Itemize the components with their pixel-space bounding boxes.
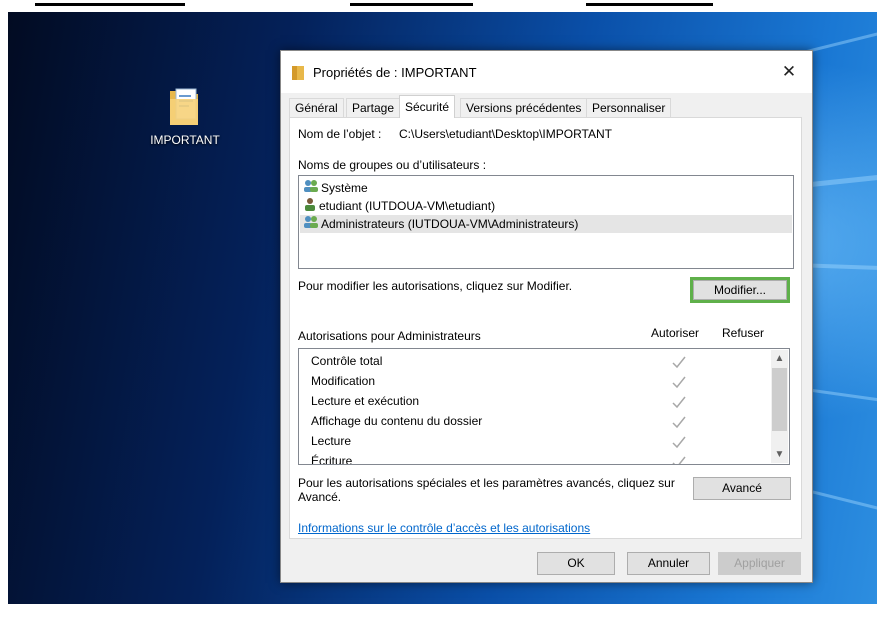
group-name: etudiant (IUTDOUA-VM\etudiant) — [319, 199, 496, 213]
bottom-strip — [0, 604, 877, 617]
scroll-down-button[interactable]: ▼ — [771, 446, 788, 463]
object-name-label: Nom de l’objet : — [298, 127, 382, 141]
allow-checkmark-icon — [671, 394, 687, 410]
permissions-listbox[interactable]: Contrôle total Modification Lecture et e… — [298, 348, 790, 465]
dialog-title: Propriétés de : IMPORTANT — [313, 65, 477, 80]
close-icon: ✕ — [781, 62, 797, 81]
modify-hint: Pour modifier les autorisations, cliquez… — [298, 279, 573, 293]
user-icon — [303, 197, 317, 216]
column-allow: Autoriser — [651, 326, 700, 340]
scrollbar-thumb[interactable] — [772, 368, 787, 431]
tab-previous-versions[interactable]: Versions précédentes — [460, 98, 588, 117]
permission-row: Lecture — [311, 431, 351, 451]
groups-listbox[interactable]: Système etudiant (IUTDOUA-VM\etudiant) A… — [298, 175, 794, 269]
allow-checkmark-icon — [671, 454, 687, 464]
chevron-down-icon: ▼ — [774, 449, 785, 460]
title-bar[interactable]: Propriétés de : IMPORTANT ✕ — [281, 51, 812, 93]
permission-name: Contrôle total — [311, 354, 383, 368]
advanced-button[interactable]: Avancé — [693, 477, 791, 500]
apply-button: Appliquer — [718, 552, 801, 575]
permission-name: Lecture et exécution — [311, 394, 420, 408]
group-users-icon — [303, 179, 319, 198]
folder-icon — [292, 66, 304, 80]
allow-checkmark-icon — [671, 354, 687, 370]
close-button[interactable]: ✕ — [776, 59, 802, 85]
permission-name: Écriture — [311, 454, 353, 465]
group-name: Système — [321, 181, 368, 195]
access-control-info-link[interactable]: Informations sur le contrôle d’accès et … — [298, 521, 590, 535]
chevron-up-icon: ▲ — [774, 353, 785, 364]
permission-name: Modification — [311, 374, 376, 388]
scroll-up-button[interactable]: ▲ — [771, 350, 788, 367]
allow-checkmark-icon — [671, 374, 687, 390]
permission-row: Modification — [311, 371, 375, 391]
group-name: Administrateurs (IUTDOUA-VM\Administrate… — [321, 217, 579, 231]
permissions-scrollbar[interactable]: ▲ ▼ — [771, 350, 788, 463]
tab-sharing[interactable]: Partage — [346, 98, 401, 117]
tab-general[interactable]: Général — [289, 98, 344, 117]
allow-checkmark-icon — [671, 434, 687, 450]
top-underline-3 — [586, 3, 713, 6]
allow-checkmark-icon — [671, 414, 687, 430]
tab-customize[interactable]: Personnaliser — [586, 98, 672, 117]
permission-row: Affichage du contenu du dossier — [311, 411, 482, 431]
desktop-icon-label: IMPORTANT — [150, 133, 220, 147]
advanced-hint-line1: Pour les autorisations spéciales et les … — [298, 476, 675, 490]
list-item[interactable]: Système — [300, 179, 792, 197]
cancel-button[interactable]: Annuler — [627, 552, 710, 575]
permission-row: Lecture et exécution — [311, 391, 419, 411]
top-underline-2 — [350, 3, 473, 6]
permission-name: Affichage du contenu du dossier — [311, 414, 483, 428]
permission-row: Écriture — [311, 451, 353, 465]
advanced-hint-line2: Avancé. — [298, 490, 342, 504]
tab-security[interactable]: Sécurité — [399, 95, 456, 118]
permission-name: Lecture — [311, 434, 352, 448]
folder-document-icon — [168, 85, 202, 127]
object-name-value: C:\Users\etudiant\Desktop\IMPORTANT — [399, 127, 612, 141]
top-underline-1 — [35, 3, 185, 6]
permission-row: Contrôle total — [311, 351, 382, 371]
groups-label: Noms de groupes ou d’utilisateurs : — [298, 158, 487, 172]
ok-button[interactable]: OK — [537, 552, 615, 575]
top-strip — [0, 0, 877, 12]
column-deny: Refuser — [722, 326, 765, 340]
list-item[interactable]: etudiant (IUTDOUA-VM\etudiant) — [300, 197, 792, 215]
group-users-icon — [303, 215, 319, 234]
desktop-folder-important[interactable]: IMPORTANT — [140, 85, 230, 147]
properties-dialog: Propriétés de : IMPORTANT ✕ Général Part… — [280, 50, 813, 583]
modify-button[interactable]: Modifier... — [693, 280, 787, 300]
list-item[interactable]: Administrateurs (IUTDOUA-VM\Administrate… — [300, 215, 792, 233]
permissions-label: Autorisations pour Administrateurs — [298, 329, 481, 343]
security-tab-panel: Nom de l’objet : C:\Users\etudiant\Deskt… — [289, 117, 802, 539]
